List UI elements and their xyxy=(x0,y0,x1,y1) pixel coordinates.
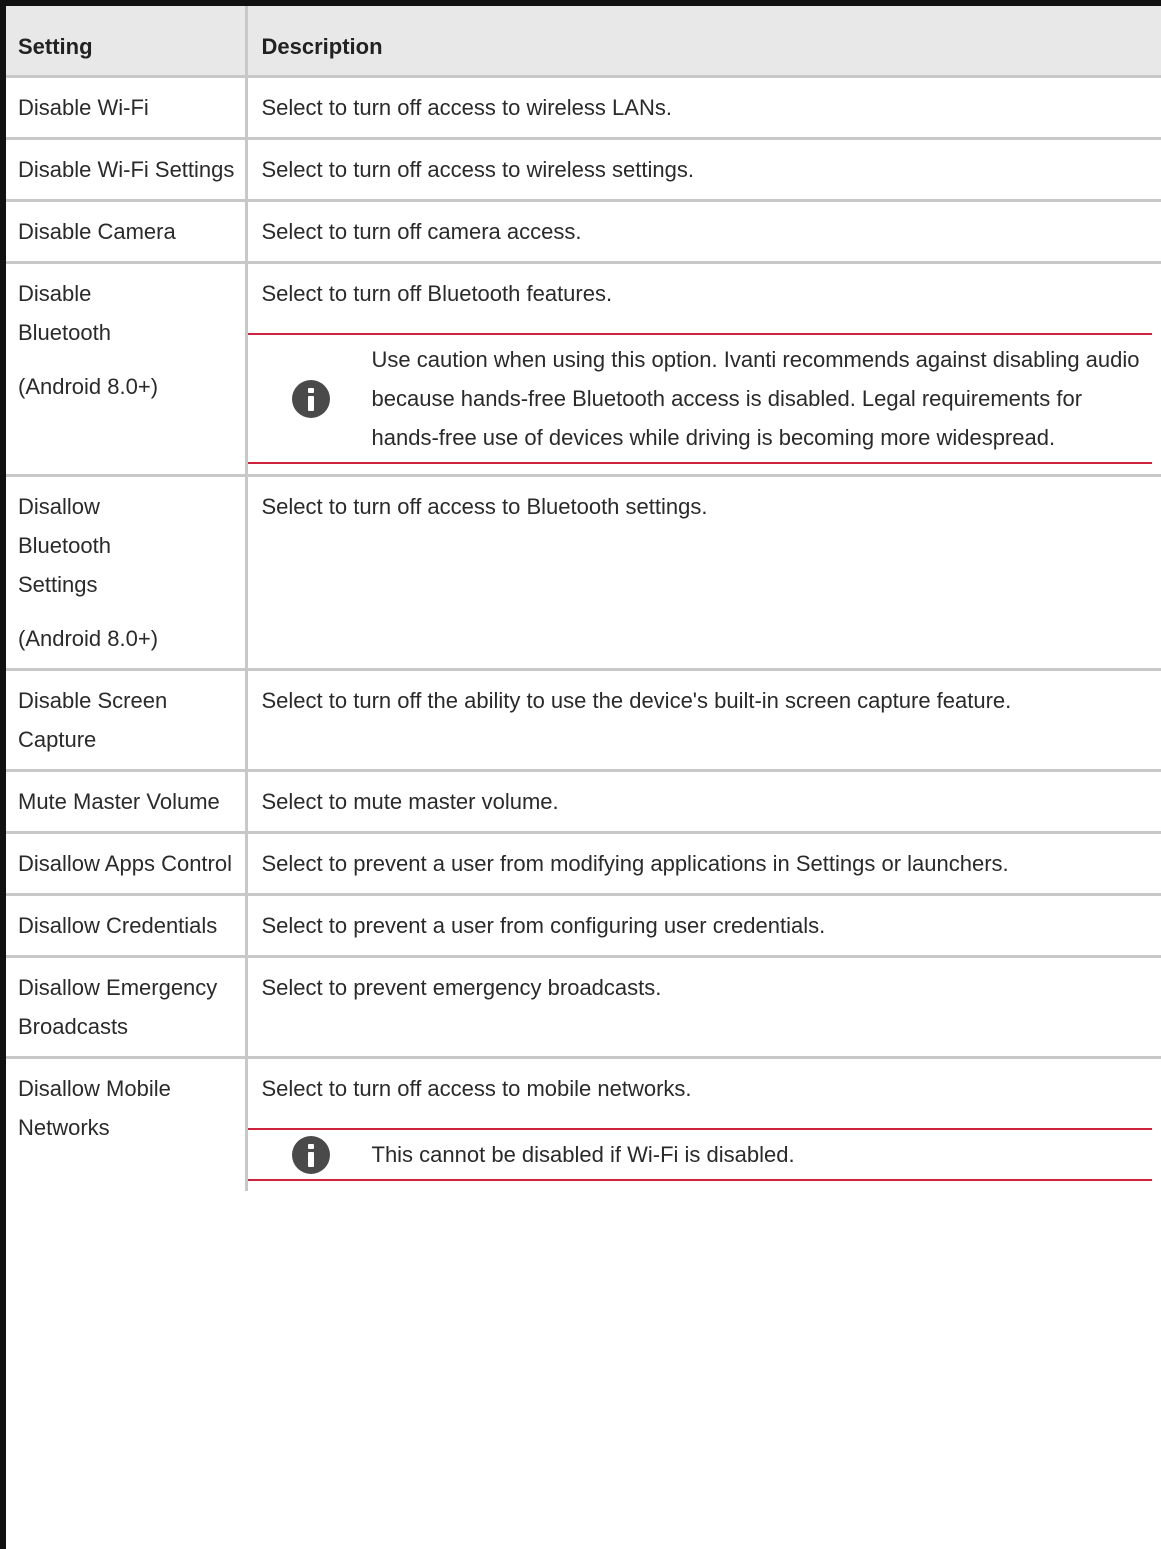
info-icon xyxy=(291,1135,330,1174)
note-text: Use caution when using this option. Ivan… xyxy=(371,347,1140,450)
settings-table: Setting Description Disable Wi-Fi Select… xyxy=(6,6,1161,1191)
setting-name: Disable Wi-Fi xyxy=(6,76,246,140)
table-row: Disable Camera Select to turn off camera… xyxy=(6,200,1161,264)
setting-description: Select to prevent a user from configurin… xyxy=(244,894,1161,958)
setting-name: Disable Wi-Fi Settings xyxy=(6,138,246,202)
setting-description: Select to turn off access to wireless LA… xyxy=(244,76,1161,140)
info-note: This cannot be disabled if Wi-Fi is disa… xyxy=(247,1128,1152,1181)
setting-name: Mute Master Volume xyxy=(6,770,246,834)
table-row: Disallow Mobile Networks Select to turn … xyxy=(6,1057,1161,1191)
setting-description: Select to prevent emergency broadcasts. xyxy=(244,956,1161,1059)
setting-description-cell: Select to turn off Bluetooth features. U… xyxy=(244,262,1161,477)
info-icon xyxy=(291,379,330,418)
header-setting: Setting xyxy=(6,6,246,78)
table-row: Mute Master Volume Select to mute master… xyxy=(6,770,1161,834)
table-row: Disable Wi-Fi Select to turn off access … xyxy=(6,76,1161,140)
setting-description: Select to prevent a user from modifying … xyxy=(244,832,1161,896)
setting-description: Select to turn off access to wireless se… xyxy=(244,138,1161,202)
setting-description-cell: Select to turn off access to mobile netw… xyxy=(244,1057,1161,1191)
platform-requirement: (Android 8.0+) xyxy=(18,374,159,399)
caution-note: Use caution when using this option. Ivan… xyxy=(247,333,1152,464)
setting-name: Disallow Apps Control xyxy=(6,832,246,896)
table-row: Disallow Emergency Broadcasts Select to … xyxy=(6,956,1161,1059)
note-text: This cannot be disabled if Wi-Fi is disa… xyxy=(371,1142,795,1167)
setting-name: Disable Screen Capture xyxy=(6,669,246,772)
setting-description: Select to turn off camera access. xyxy=(244,200,1161,264)
setting-name: Disallow Mobile Networks xyxy=(18,1076,171,1140)
table-header-row: Setting Description xyxy=(6,6,1161,78)
table-row: Disallow Bluetooth Settings (Android 8.0… xyxy=(6,475,1161,671)
setting-name: Disallow Emergency Broadcasts xyxy=(6,956,246,1059)
setting-description: Select to mute master volume. xyxy=(244,770,1161,834)
table-row: Disable Screen Capture Select to turn of… xyxy=(6,669,1161,772)
table-row: Disallow Credentials Select to prevent a… xyxy=(6,894,1161,958)
table-row: Disable Wi-Fi Settings Select to turn of… xyxy=(6,138,1161,202)
setting-name: Disable Bluetooth xyxy=(18,281,111,345)
setting-cell: Disallow Bluetooth Settings (Android 8.0… xyxy=(6,475,246,671)
table-row: Disallow Apps Control Select to prevent … xyxy=(6,832,1161,896)
setting-description: Select to turn off access to Bluetooth s… xyxy=(244,475,1161,671)
setting-description: Select to turn off access to mobile netw… xyxy=(261,1076,692,1101)
setting-name: Disallow Credentials xyxy=(6,894,246,958)
table-row: Disable Bluetooth (Android 8.0+) Select … xyxy=(6,262,1161,477)
setting-cell: Disable Bluetooth (Android 8.0+) xyxy=(6,262,246,477)
platform-requirement: (Android 8.0+) xyxy=(18,626,159,651)
header-description: Description xyxy=(244,6,1161,78)
setting-description: Select to turn off Bluetooth features. xyxy=(261,281,613,306)
setting-description: Select to turn off the ability to use th… xyxy=(244,669,1161,772)
setting-name: Disable Camera xyxy=(6,200,246,264)
setting-name: Disallow Bluetooth Settings xyxy=(18,494,111,597)
